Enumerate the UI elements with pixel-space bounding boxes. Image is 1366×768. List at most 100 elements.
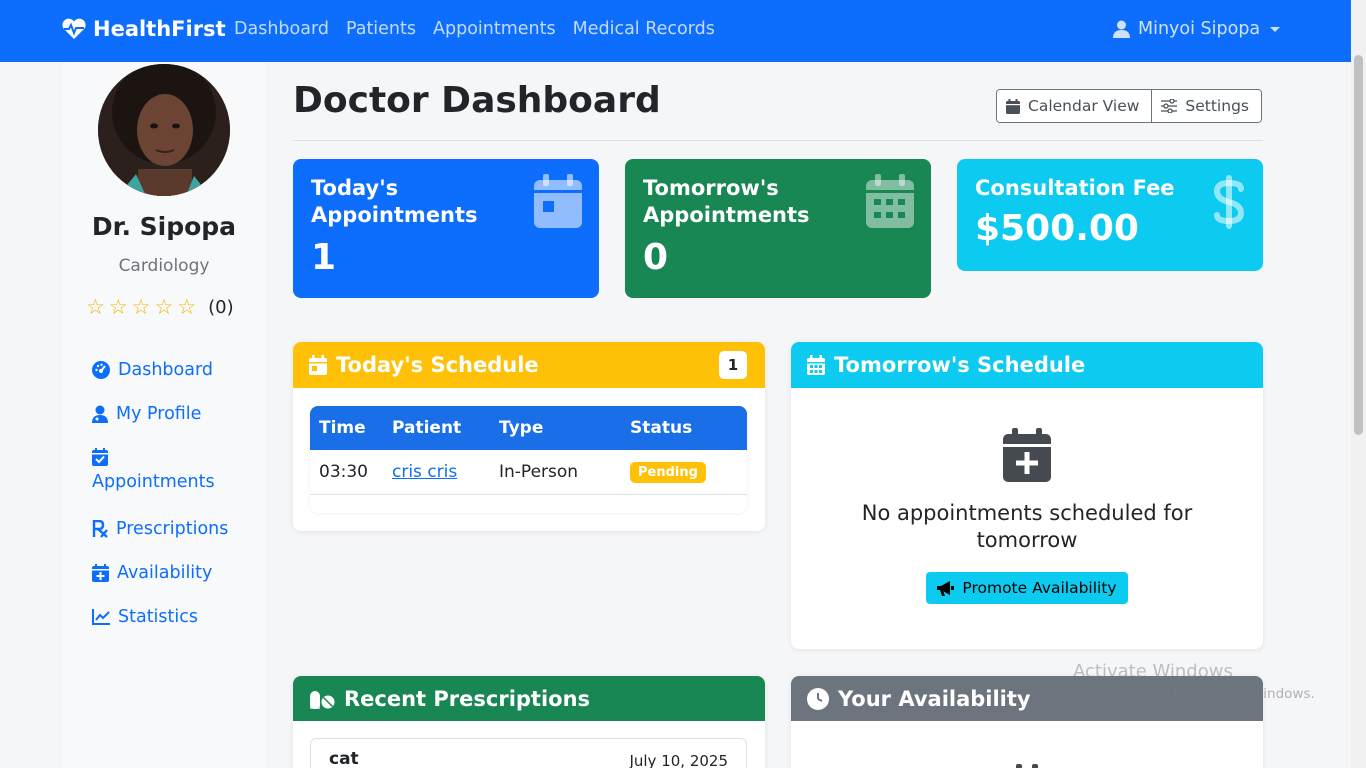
sidebar-item-my-profile[interactable]: My Profile <box>92 404 201 424</box>
star-outline-icon: ☆ <box>86 295 105 319</box>
star-outline-icon: ☆ <box>108 295 128 319</box>
prescription-item[interactable]: cat July 10, 2025 <box>310 738 747 768</box>
cell-type: In-Person <box>499 462 579 482</box>
panel-header: Today's Schedule 1 <box>293 342 765 388</box>
sidebar-item-label: Statistics <box>118 607 198 627</box>
prescription-name: cat <box>329 749 359 768</box>
scrollbar-thumb[interactable] <box>1354 55 1363 435</box>
panel-title: Your Availability <box>838 686 1031 711</box>
patient-link[interactable]: cris cris <box>392 462 457 482</box>
panel-title: Today's Schedule <box>336 353 539 377</box>
megaphone-icon <box>937 580 955 596</box>
sidebar-item-label: Appointments <box>92 472 215 492</box>
clock-icon <box>807 687 829 710</box>
gauge-icon <box>92 361 110 379</box>
sidebar-item-label: Prescriptions <box>116 519 229 539</box>
prescription-icon <box>92 520 108 538</box>
empty-state: No appointments scheduled for tomorrow P… <box>791 428 1263 604</box>
cell-time: 03:30 <box>319 462 368 482</box>
calendar-days-icon <box>807 355 825 375</box>
tomorrow-schedule-panel: Tomorrow's Schedule No appointments sche… <box>791 342 1263 649</box>
heart-pulse-icon <box>62 18 86 39</box>
panel-title: Recent Prescriptions <box>344 686 591 711</box>
user-icon <box>1113 20 1130 38</box>
user-menu[interactable]: Minyoi Sipopa <box>1113 19 1281 39</box>
sidebar-item-availability[interactable]: Availability <box>92 563 212 583</box>
nav-appointments[interactable]: Appointments <box>433 19 556 39</box>
star-outline-icon: ☆ <box>154 295 174 319</box>
sidebar: Dr. Sipopa Cardiology ☆ ☆ ☆ ☆ ☆ (0) Dash… <box>62 62 266 768</box>
schedule-table: Time Patient Type Status 03:30 cris cris… <box>310 406 747 513</box>
sidebar-item-label: Availability <box>117 563 213 583</box>
count-badge: 1 <box>719 351 747 379</box>
recent-prescriptions-panel: Recent Prescriptions cat July 10, 2025 <box>293 676 765 768</box>
brand-name: HealthFirst <box>93 17 226 41</box>
nav-patients[interactable]: Patients <box>346 19 416 39</box>
page-title: Doctor Dashboard <box>293 80 661 121</box>
rating: ☆ ☆ ☆ ☆ ☆ (0) <box>86 295 234 319</box>
dollar-icon <box>1213 175 1245 229</box>
stat-label: Consultation Fee <box>975 176 1175 200</box>
stat-card-fee: Consultation Fee $500.00 <box>957 159 1263 271</box>
brand[interactable]: HealthFirst <box>61 17 226 41</box>
activate-windows-title: Activate Windows <box>1073 661 1233 682</box>
column-header: Patient <box>392 418 462 438</box>
sidebar-item-prescriptions[interactable]: Prescriptions <box>92 519 228 539</box>
scrollbar[interactable] <box>1351 0 1366 768</box>
user-name: Minyoi Sipopa <box>1138 19 1261 39</box>
sliders-icon <box>1161 99 1178 113</box>
calendar-icon <box>1006 98 1020 114</box>
table-header: Time Patient Type Status <box>310 406 747 450</box>
divider <box>293 140 1263 141</box>
sidebar-item-appointments[interactable]: Appointments <box>92 448 215 492</box>
sidebar-item-dashboard[interactable]: Dashboard <box>92 360 213 380</box>
sidebar-item-label: Dashboard <box>118 360 213 380</box>
settings-label: Settings <box>1185 97 1249 115</box>
panel-header: Tomorrow's Schedule <box>791 342 1263 388</box>
activate-windows-subtitle: Go to Settings to activate Windows. <box>1073 686 1315 702</box>
calendar-view-button[interactable]: Calendar View <box>997 90 1152 122</box>
sidebar-item-statistics[interactable]: Statistics <box>92 607 198 627</box>
calendar-days-icon <box>866 174 914 228</box>
status-badge: Pending <box>630 462 706 483</box>
promote-label: Promote Availability <box>962 579 1117 597</box>
stat-card-tomorrow: Tomorrow's Appointments 0 <box>625 159 931 298</box>
column-header: Type <box>499 418 544 438</box>
stat-value: 0 <box>643 237 669 278</box>
today-schedule-panel: Today's Schedule 1 Time Patient Type Sta… <box>293 342 765 531</box>
panel-title: Tomorrow's Schedule <box>834 353 1086 377</box>
star-outline-icon: ☆ <box>131 295 151 319</box>
calendar-day-icon <box>309 355 327 375</box>
stat-label: Tomorrow's Appointments <box>643 176 810 227</box>
nav-medical-records[interactable]: Medical Records <box>573 19 715 39</box>
calendar-check-icon <box>92 448 108 466</box>
pills-icon <box>310 690 335 709</box>
header-button-group: Calendar View Settings <box>996 89 1262 123</box>
column-header: Status <box>630 418 693 438</box>
avatar <box>98 64 230 196</box>
settings-button[interactable]: Settings <box>1151 90 1261 122</box>
star-outline-icon: ☆ <box>177 295 197 319</box>
stat-label: Today's Appointments <box>311 176 478 227</box>
doctor-name: Dr. Sipopa <box>91 212 237 241</box>
sidebar-item-label: My Profile <box>116 404 202 424</box>
calendar-day-icon <box>534 174 582 228</box>
promote-availability-button[interactable]: Promote Availability <box>926 572 1128 604</box>
calendar-plus-icon <box>92 564 109 582</box>
chart-line-icon <box>92 609 110 625</box>
hourglass-icon <box>1016 764 1038 768</box>
doctor-specialty: Cardiology <box>118 256 210 276</box>
stat-card-today: Today's Appointments 1 <box>293 159 599 298</box>
empty-message: No appointments scheduled for tomorrow <box>861 501 1193 552</box>
rating-count: (0) <box>208 297 234 318</box>
calendar-view-label: Calendar View <box>1028 97 1140 115</box>
chevron-down-icon <box>1270 26 1281 32</box>
column-header: Time <box>319 418 366 438</box>
table-row: 03:30 cris cris In-Person Pending <box>310 450 747 495</box>
nav-dashboard[interactable]: Dashboard <box>234 19 329 39</box>
stat-value: $500.00 <box>975 208 1139 249</box>
user-doctor-icon <box>92 405 108 423</box>
prescription-date: July 10, 2025 <box>629 752 728 768</box>
panel-header: Recent Prescriptions <box>293 676 765 721</box>
stat-value: 1 <box>311 237 337 278</box>
